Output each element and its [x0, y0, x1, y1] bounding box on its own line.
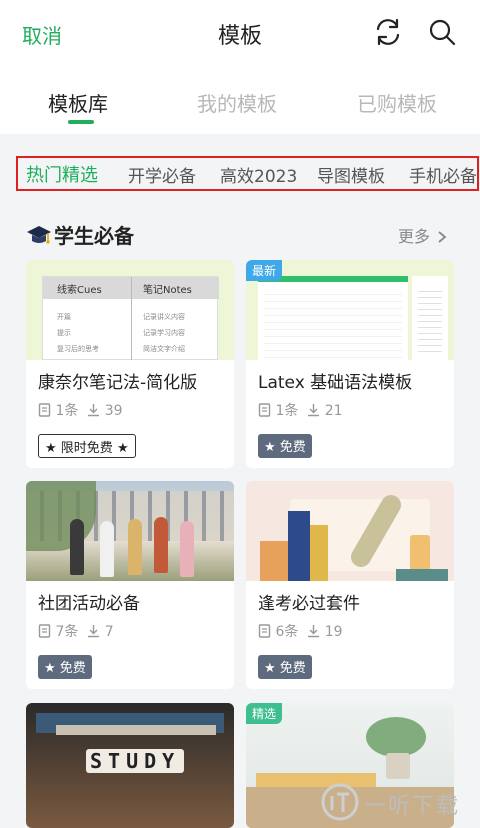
card-downloads: 21: [324, 403, 343, 419]
tag-label: 限时免费: [60, 441, 113, 456]
thumb-col-notes: 笔记Notes: [143, 285, 192, 296]
card-thumbnail: 最新: [246, 260, 454, 360]
search-icon[interactable]: [427, 17, 457, 47]
card-stats: 1条 21: [258, 400, 343, 420]
card-stats: 6条 19: [258, 621, 343, 641]
category-mobile-essentials[interactable]: 手机必备: [409, 162, 477, 187]
star-icon: ★: [264, 661, 276, 676]
card-downloads: 39: [104, 403, 123, 419]
tag-label: 免费: [279, 661, 306, 676]
featured-badge: 精选: [246, 703, 283, 724]
card-downloads: 7: [104, 624, 114, 640]
star-icon: ★: [44, 661, 56, 676]
tab-my-templates[interactable]: 我的模板: [197, 88, 277, 117]
card-downloads: 19: [324, 624, 343, 640]
template-tabs: 模板库 我的模板 已购模板: [0, 66, 480, 134]
template-card-study[interactable]: STUDY: [26, 703, 234, 828]
download-icon: [308, 625, 320, 638]
category-mindmap-templates[interactable]: 导图模板: [317, 162, 385, 187]
thumb-right-item: 简洁文字介绍: [143, 345, 185, 353]
active-tab-indicator: [68, 120, 94, 124]
top-bar: 取消 模板: [0, 0, 480, 66]
graduation-cap-icon: [26, 224, 52, 246]
category-efficient-2023[interactable]: 高效2023: [220, 162, 297, 187]
document-icon: [38, 624, 51, 638]
more-link[interactable]: 更多: [398, 223, 449, 247]
category-bar: 热门精选 开学必备 高效2023 导图模板 手机必备: [16, 156, 479, 191]
card-title: 康奈尔笔记法-简化版: [38, 373, 198, 393]
download-icon: [88, 625, 100, 638]
more-label: 更多: [398, 227, 431, 246]
free-tag: ★ 免费: [258, 655, 312, 679]
tag-label: 免费: [279, 440, 306, 455]
document-icon: [258, 403, 271, 417]
refresh-icon[interactable]: [373, 17, 403, 47]
template-card-exam[interactable]: 逢考必过套件 6条 19 ★ 免费: [246, 481, 454, 689]
card-title: Latex 基础语法模板: [258, 373, 413, 393]
template-card-club[interactable]: 社团活动必备 7条 7 ★ 免费: [26, 481, 234, 689]
tab-purchased-templates[interactable]: 已购模板: [357, 88, 437, 117]
thumb-right-item: 记录讲义内容: [143, 313, 185, 321]
template-card-cornell[interactable]: 线索Cues 笔记Notes 开篇 提示 复习后的思考 记录讲义内容 记录学习内…: [26, 260, 234, 468]
card-thumbnail: STUDY: [26, 703, 234, 828]
watermark: 一听下载: [318, 776, 480, 828]
card-stats: 7条 7: [38, 621, 114, 641]
star-icon: ★: [45, 441, 57, 456]
new-badge: 最新: [246, 260, 283, 281]
card-title: 逢考必过套件: [258, 594, 360, 614]
card-title: 社团活动必备: [38, 594, 140, 614]
section-header: 学生必备: [26, 220, 134, 249]
thumb-right-item: 记录学习内容: [143, 329, 185, 337]
document-icon: [258, 624, 271, 638]
tag-label: 免费: [59, 661, 86, 676]
thumb-left-item: 提示: [57, 329, 71, 337]
card-count: 1条: [275, 403, 299, 419]
limited-free-tag: ★ 限时免费 ★: [38, 434, 136, 458]
free-tag: ★ 免费: [38, 655, 92, 679]
download-icon: [308, 404, 320, 417]
download-icon: [88, 404, 100, 417]
card-count: 7条: [55, 624, 79, 640]
section-title: 学生必备: [54, 224, 134, 248]
page-title: 模板: [217, 24, 262, 49]
thumb-col-cues: 线索Cues: [57, 285, 102, 296]
template-card-latex[interactable]: 最新 Latex 基础语法模板 1条 21 ★ 免费: [246, 260, 454, 468]
category-back-to-school[interactable]: 开学必备: [128, 162, 196, 187]
free-tag: ★ 免费: [258, 434, 312, 458]
study-blocks-text: STUDY: [86, 749, 185, 773]
watermark-text: 一听下载: [364, 794, 461, 819]
card-thumbnail: [246, 481, 454, 581]
star-icon: ★: [264, 440, 276, 455]
category-hot-picks[interactable]: 热门精选: [26, 161, 98, 187]
thumb-left-item: 复习后的思考: [57, 345, 99, 353]
yt-logo-icon: [321, 783, 359, 821]
star-icon: ★: [116, 441, 129, 456]
thumb-left-item: 开篇: [57, 313, 71, 321]
chevron-right-icon: [438, 231, 447, 243]
card-thumbnail: 线索Cues 笔记Notes 开篇 提示 复习后的思考 记录讲义内容 记录学习内…: [26, 260, 234, 360]
card-count: 1条: [55, 403, 79, 419]
card-thumbnail: [26, 481, 234, 581]
document-icon: [38, 403, 51, 417]
card-count: 6条: [275, 624, 299, 640]
tab-template-library[interactable]: 模板库: [48, 88, 108, 117]
card-stats: 1条 39: [38, 400, 123, 420]
